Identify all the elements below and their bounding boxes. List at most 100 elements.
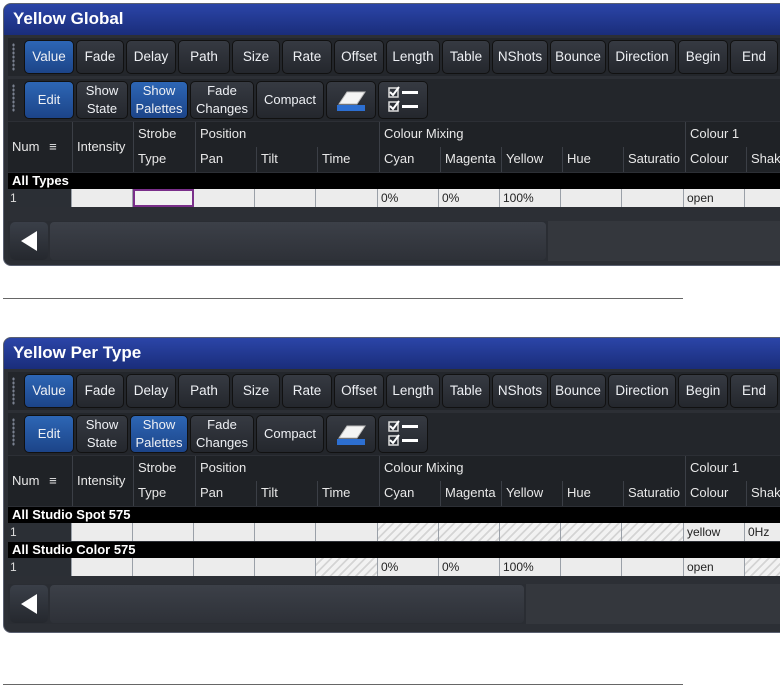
- tab-path[interactable]: Path: [178, 374, 230, 408]
- compact-button[interactable]: Compact: [256, 81, 324, 119]
- saturation-cell[interactable]: [622, 523, 684, 541]
- pan-column[interactable]: Pan: [195, 481, 255, 506]
- cyan-cell[interactable]: 0%: [378, 558, 439, 576]
- tab-begin[interactable]: Begin: [678, 374, 728, 408]
- tab-size[interactable]: Size: [232, 40, 280, 74]
- compact-button[interactable]: Compact: [256, 415, 324, 453]
- tilt-cell[interactable]: [255, 523, 316, 541]
- yellow-column[interactable]: Yellow: [501, 481, 561, 506]
- tab-table[interactable]: Table: [442, 374, 490, 408]
- position-header[interactable]: Position: [195, 122, 378, 147]
- intensity-cell[interactable]: [72, 523, 133, 541]
- num-column-header[interactable]: Num ≡: [8, 122, 71, 172]
- tab-fade[interactable]: Fade: [76, 374, 124, 408]
- tab-end[interactable]: End: [730, 40, 778, 74]
- tab-value[interactable]: Value: [24, 374, 74, 408]
- tab-table[interactable]: Table: [442, 40, 490, 74]
- num-cell[interactable]: 1: [8, 189, 72, 207]
- hue-column[interactable]: Hue: [562, 147, 622, 172]
- checklist-button[interactable]: [378, 415, 428, 453]
- back-button[interactable]: [10, 222, 48, 260]
- time-cell[interactable]: [316, 189, 378, 207]
- saturation-column[interactable]: Saturatio: [623, 481, 684, 506]
- colour-mixing-header[interactable]: Colour Mixing: [379, 122, 684, 147]
- strobe-header[interactable]: Strobe: [133, 456, 194, 481]
- tab-length[interactable]: Length: [386, 374, 440, 408]
- saturation-cell[interactable]: [622, 558, 684, 576]
- cyan-column[interactable]: Cyan: [379, 147, 439, 172]
- magenta-column[interactable]: Magenta: [440, 481, 500, 506]
- strobe-type-cell[interactable]: [133, 523, 194, 541]
- intensity-cell[interactable]: [72, 189, 133, 207]
- num-cell[interactable]: 1: [8, 558, 72, 576]
- shake-column[interactable]: Shake: [746, 481, 780, 506]
- colour1-header[interactable]: Colour 1: [685, 122, 780, 147]
- tab-value[interactable]: Value: [24, 40, 74, 74]
- strobe-type-cell[interactable]: [133, 189, 194, 207]
- tilt-column[interactable]: Tilt: [256, 481, 316, 506]
- tilt-column[interactable]: Tilt: [256, 147, 316, 172]
- horizontal-scrollbar[interactable]: [50, 222, 546, 260]
- drag-grip[interactable]: [12, 43, 15, 71]
- strobe-header[interactable]: Strobe: [133, 122, 194, 147]
- magenta-cell[interactable]: 0%: [439, 558, 500, 576]
- yellow-column[interactable]: Yellow: [501, 147, 561, 172]
- colour1-header[interactable]: Colour 1: [685, 456, 780, 481]
- strobe-type-cell[interactable]: [133, 558, 194, 576]
- drag-grip[interactable]: [12, 418, 15, 446]
- hue-cell[interactable]: [561, 189, 622, 207]
- hue-column[interactable]: Hue: [562, 481, 622, 506]
- magenta-cell[interactable]: 0%: [439, 189, 500, 207]
- position-header[interactable]: Position: [195, 456, 378, 481]
- checklist-button[interactable]: [378, 81, 428, 119]
- shake-column[interactable]: Shake: [746, 147, 780, 172]
- tab-nshots[interactable]: NShots: [492, 40, 548, 74]
- shake-cell[interactable]: [745, 189, 780, 207]
- tab-path[interactable]: Path: [178, 40, 230, 74]
- window-titlebar[interactable]: Yellow Global: [4, 4, 780, 35]
- saturation-cell[interactable]: [622, 189, 684, 207]
- colour-column[interactable]: Colour: [685, 147, 745, 172]
- time-cell[interactable]: [316, 523, 378, 541]
- cyan-cell[interactable]: 0%: [378, 189, 439, 207]
- time-cell[interactable]: [316, 558, 378, 576]
- show-palettes-button[interactable]: Show Palettes: [130, 81, 188, 119]
- colour-cell[interactable]: yellow: [684, 523, 745, 541]
- window-titlebar[interactable]: Yellow Per Type: [4, 338, 780, 369]
- saturation-column[interactable]: Saturatio: [623, 147, 684, 172]
- tab-rate[interactable]: Rate: [282, 40, 332, 74]
- intensity-header[interactable]: Intensity: [72, 456, 132, 506]
- shake-cell[interactable]: [745, 558, 780, 576]
- table-row[interactable]: 1 yellow 0Hz: [8, 523, 780, 541]
- colour-mixing-header[interactable]: Colour Mixing: [379, 456, 684, 481]
- tab-delay[interactable]: Delay: [126, 40, 176, 74]
- cyan-column[interactable]: Cyan: [379, 481, 439, 506]
- fade-changes-button[interactable]: Fade Changes: [190, 415, 254, 453]
- pan-cell[interactable]: [194, 189, 255, 207]
- drag-grip[interactable]: [12, 84, 15, 112]
- back-button[interactable]: [10, 585, 48, 623]
- magenta-column[interactable]: Magenta: [440, 147, 500, 172]
- magenta-cell[interactable]: [439, 523, 500, 541]
- horizontal-scrollbar[interactable]: [50, 585, 524, 623]
- type-column[interactable]: Type: [133, 147, 194, 172]
- tab-length[interactable]: Length: [386, 40, 440, 74]
- yellow-cell[interactable]: [500, 523, 561, 541]
- time-column[interactable]: Time: [317, 147, 378, 172]
- colour-column[interactable]: Colour: [685, 481, 745, 506]
- tab-begin[interactable]: Begin: [678, 40, 728, 74]
- intensity-header[interactable]: Intensity: [72, 122, 132, 172]
- edit-button[interactable]: Edit: [24, 415, 74, 453]
- drag-grip[interactable]: [12, 377, 15, 405]
- tab-bounce[interactable]: Bounce: [550, 40, 606, 74]
- shake-cell[interactable]: 0Hz: [745, 523, 780, 541]
- show-state-button[interactable]: Show State: [76, 415, 128, 453]
- table-row[interactable]: 1 0% 0% 100% open: [8, 558, 780, 576]
- hue-cell[interactable]: [561, 523, 622, 541]
- fade-changes-button[interactable]: Fade Changes: [190, 81, 254, 119]
- time-column[interactable]: Time: [317, 481, 378, 506]
- tab-fade[interactable]: Fade: [76, 40, 124, 74]
- tilt-cell[interactable]: [255, 189, 316, 207]
- tab-direction[interactable]: Direction: [608, 40, 676, 74]
- tab-offset[interactable]: Offset: [334, 40, 384, 74]
